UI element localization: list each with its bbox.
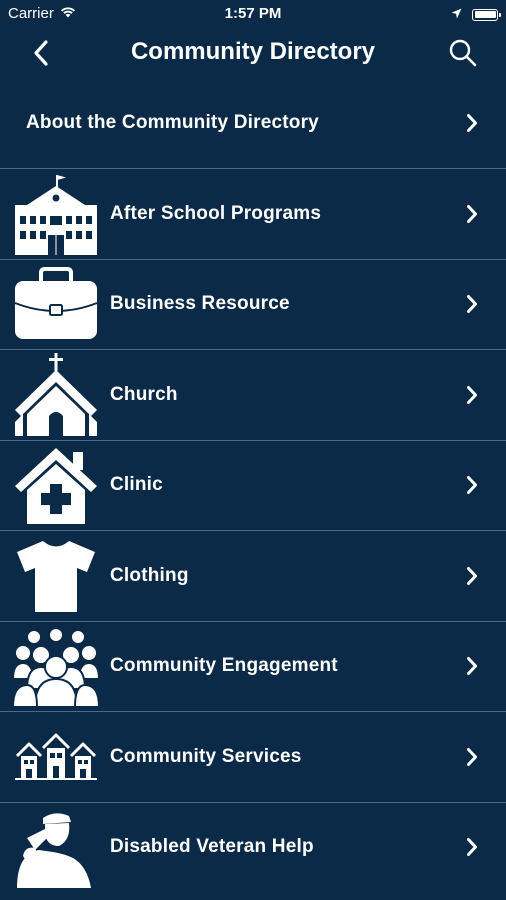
list-item-label: Clinic xyxy=(110,474,163,496)
crowd-icon xyxy=(12,622,100,712)
list-item-business-resource[interactable]: Business Resource xyxy=(0,258,506,350)
status-bar: Carrier 1:57 PM xyxy=(0,0,506,28)
list-item-church[interactable]: Church xyxy=(0,349,506,440)
list-item-label: Church xyxy=(110,383,178,405)
list-item-clinic[interactable]: Clinic xyxy=(0,439,506,531)
status-time: 1:57 PM xyxy=(224,5,282,22)
briefcase-icon xyxy=(12,260,100,350)
list-item-community-services[interactable]: Community Services xyxy=(0,711,506,802)
list-item-label: About the Community Directory xyxy=(26,112,319,133)
chevron-right-icon xyxy=(466,78,478,168)
status-right xyxy=(451,6,501,23)
search-button[interactable] xyxy=(446,36,480,70)
list-item-about[interactable]: About the Community Directory xyxy=(0,78,506,168)
chevron-right-icon xyxy=(466,622,478,712)
list-item-label: Business Resource xyxy=(110,293,290,315)
directory-list: About the Community Directory After Scho… xyxy=(0,78,506,892)
school-building-icon xyxy=(12,169,100,259)
list-item-community-engagement[interactable]: Community Engagement xyxy=(0,620,506,712)
chevron-right-icon xyxy=(466,260,478,350)
battery-icon xyxy=(472,8,501,21)
list-item-clothing[interactable]: Clothing xyxy=(0,530,506,621)
search-icon xyxy=(449,39,477,67)
saluting-soldier-icon xyxy=(12,803,100,893)
chevron-right-icon xyxy=(466,531,478,621)
nav-bar: Community Directory xyxy=(0,28,506,78)
houses-icon xyxy=(12,712,100,802)
chevron-right-icon xyxy=(466,803,478,893)
page-title: Community Directory xyxy=(130,38,376,65)
list-item-label: Community Engagement xyxy=(110,655,338,677)
list-item-label: Clothing xyxy=(110,564,189,586)
chevron-right-icon xyxy=(466,712,478,802)
list-item-label: Disabled Veteran Help xyxy=(110,836,314,858)
clinic-house-icon xyxy=(12,441,100,531)
chevron-right-icon xyxy=(466,350,478,440)
chevron-right-icon xyxy=(466,169,478,259)
list-item-disabled-veteran-help[interactable]: Disabled Veteran Help xyxy=(0,801,506,893)
chevron-right-icon xyxy=(466,441,478,531)
tshirt-icon xyxy=(12,531,100,621)
church-icon xyxy=(12,350,100,440)
location-arrow-icon xyxy=(451,6,462,23)
list-item-after-school-programs[interactable]: After School Programs xyxy=(0,168,506,259)
list-item-label: Community Services xyxy=(110,745,302,767)
list-item-label: After School Programs xyxy=(110,202,322,224)
